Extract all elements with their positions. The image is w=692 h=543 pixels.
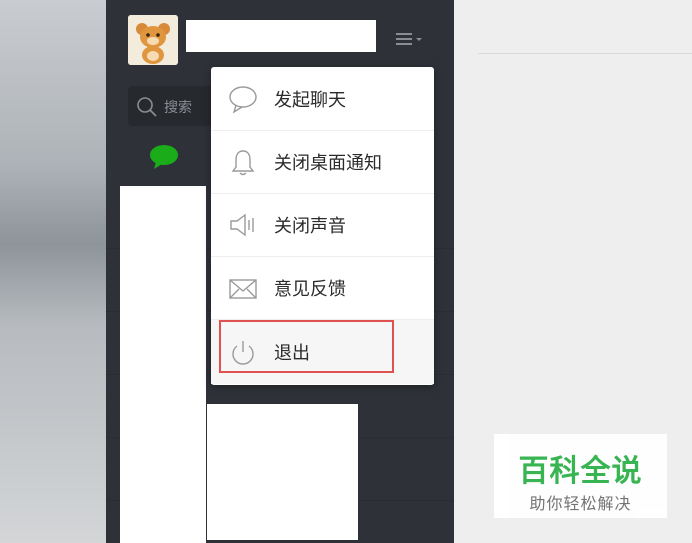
menu-item-start-chat[interactable]: 发起聊天 bbox=[211, 67, 434, 131]
header-divider bbox=[478, 53, 692, 54]
menu-item-logout[interactable]: 退出 bbox=[211, 320, 434, 384]
menu-item-disable-notifications[interactable]: 关闭桌面通知 bbox=[211, 130, 434, 194]
main-menu-dropdown: 发起聊天 关闭桌面通知 关闭声音 意见反馈 退出 bbox=[211, 67, 434, 385]
menu-item-label: 意见反馈 bbox=[274, 279, 346, 300]
menu-item-label: 关闭桌面通知 bbox=[274, 153, 382, 174]
search-placeholder: 搜索 bbox=[164, 100, 192, 116]
message-preview-redacted bbox=[207, 404, 358, 540]
menu-item-feedback[interactable]: 意见反馈 bbox=[211, 256, 434, 320]
power-icon bbox=[232, 341, 254, 365]
search-icon bbox=[137, 97, 157, 117]
menu-toggle-button[interactable] bbox=[394, 28, 428, 50]
watermark: 百科全说 助你轻松解决 bbox=[494, 434, 667, 518]
contact-list-redacted bbox=[120, 186, 206, 543]
username-redacted bbox=[186, 20, 376, 52]
bear-avatar-icon bbox=[128, 15, 178, 65]
speaker-icon bbox=[230, 213, 254, 237]
envelope-icon bbox=[229, 279, 257, 299]
watermark-subtitle: 助你轻松解决 bbox=[529, 494, 632, 513]
menu-item-label: 退出 bbox=[274, 343, 310, 364]
watermark-title: 百科全说 bbox=[518, 454, 643, 489]
avatar[interactable] bbox=[128, 15, 178, 65]
desktop-background bbox=[0, 0, 106, 543]
hamburger-menu-icon bbox=[396, 33, 422, 45]
menu-item-mute-sound[interactable]: 关闭声音 bbox=[211, 193, 434, 257]
chat-bubble-icon bbox=[229, 86, 257, 114]
chat-tab-icon[interactable] bbox=[148, 144, 180, 170]
menu-item-label: 发起聊天 bbox=[274, 90, 346, 111]
bell-icon bbox=[231, 150, 255, 176]
menu-item-label: 关闭声音 bbox=[274, 216, 346, 237]
